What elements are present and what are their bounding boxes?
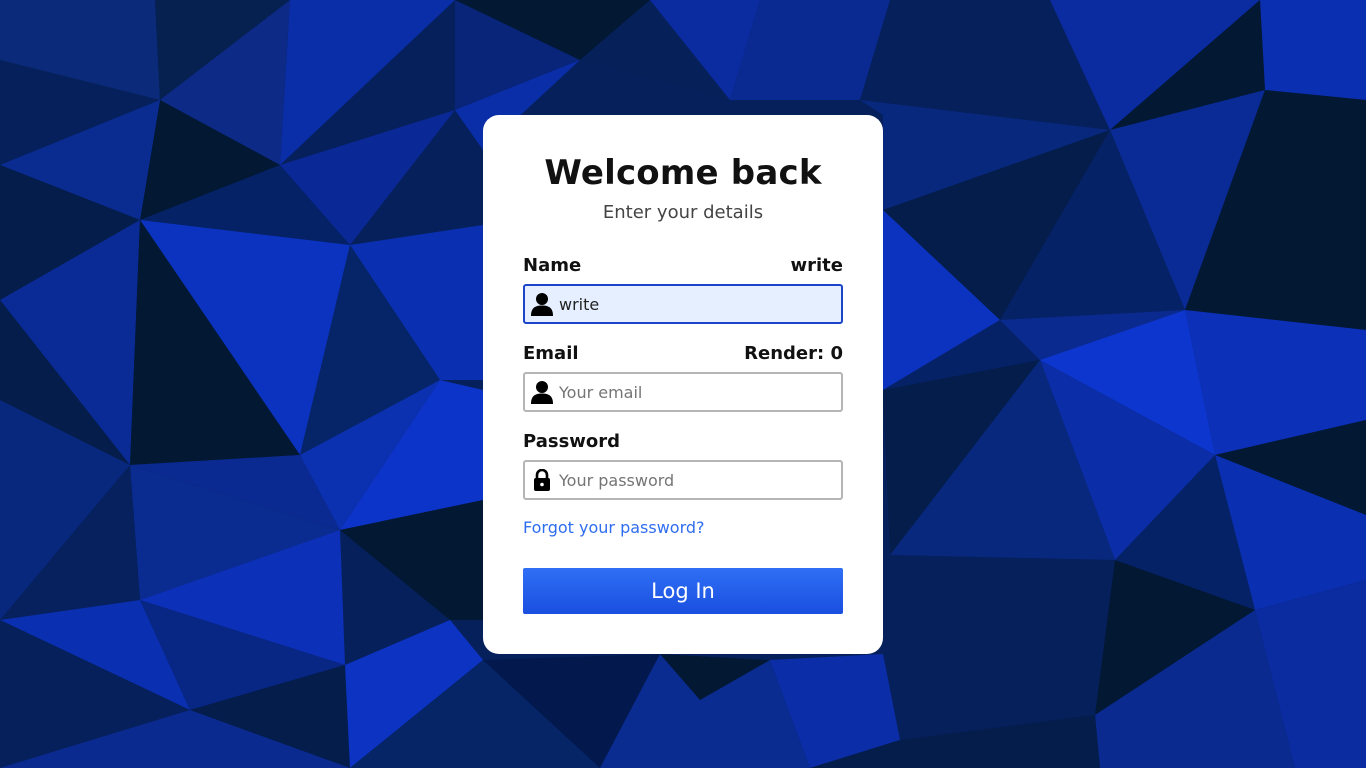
password-label: Password xyxy=(523,431,621,452)
password-input[interactable] xyxy=(559,470,829,490)
lock-icon xyxy=(525,462,559,498)
user-icon xyxy=(525,374,559,410)
email-label: Email xyxy=(523,343,579,364)
forgot-password-link[interactable]: Forgot your password? xyxy=(523,518,705,537)
password-field-header: Password xyxy=(523,431,843,452)
email-field[interactable] xyxy=(523,372,843,412)
name-label: Name xyxy=(523,255,582,276)
name-field-header: Name write xyxy=(523,255,843,276)
login-button[interactable]: Log In xyxy=(523,568,843,614)
name-field[interactable] xyxy=(523,284,843,324)
user-icon xyxy=(525,286,559,322)
name-input[interactable] xyxy=(559,294,829,314)
password-field[interactable] xyxy=(523,460,843,500)
login-card: Welcome back Enter your details Name wri… xyxy=(483,115,883,654)
render-counter: Render: 0 xyxy=(744,343,843,364)
page-subtitle: Enter your details xyxy=(602,202,764,223)
email-field-header: Email Render: 0 xyxy=(523,343,843,364)
page-title: Welcome back xyxy=(544,153,822,193)
name-value-echo: write xyxy=(790,255,844,276)
email-input[interactable] xyxy=(559,382,829,402)
